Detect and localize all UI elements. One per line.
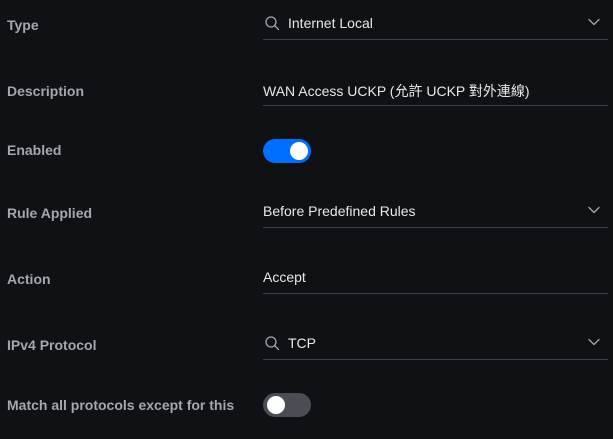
type-label: Type xyxy=(7,17,39,33)
enabled-toggle[interactable] xyxy=(263,139,311,163)
action-field[interactable]: Accept xyxy=(263,262,608,294)
match-all-except-label: Match all protocols except for this xyxy=(7,397,235,413)
ipv4-protocol-value: TCP xyxy=(288,335,316,351)
match-all-except-toggle[interactable] xyxy=(263,393,311,417)
search-icon xyxy=(265,16,280,31)
search-icon xyxy=(265,336,280,351)
description-value: WAN Access UCKP (允許 UCKP 對外連線) xyxy=(263,83,530,99)
rule-applied-label: Rule Applied xyxy=(7,205,93,221)
action-label: Action xyxy=(7,271,51,287)
toggle-knob xyxy=(267,396,285,414)
toggle-knob xyxy=(290,142,308,160)
description-label: Description xyxy=(7,83,85,99)
chevron-down-icon[interactable] xyxy=(588,338,600,346)
description-input[interactable]: WAN Access UCKP (允許 UCKP 對外連線) xyxy=(263,74,608,106)
rule-applied-dropdown[interactable]: Before Predefined Rules xyxy=(263,196,608,228)
rule-applied-value: Before Predefined Rules xyxy=(263,203,416,219)
enabled-label: Enabled xyxy=(7,142,62,158)
type-dropdown[interactable]: Internet Local xyxy=(263,8,608,40)
chevron-down-icon[interactable] xyxy=(588,18,600,26)
ipv4-protocol-dropdown[interactable]: TCP xyxy=(263,328,608,360)
chevron-down-icon[interactable] xyxy=(588,206,600,214)
action-value: Accept xyxy=(263,269,306,285)
ipv4-protocol-label: IPv4 Protocol xyxy=(7,337,97,353)
type-value: Internet Local xyxy=(288,15,373,31)
